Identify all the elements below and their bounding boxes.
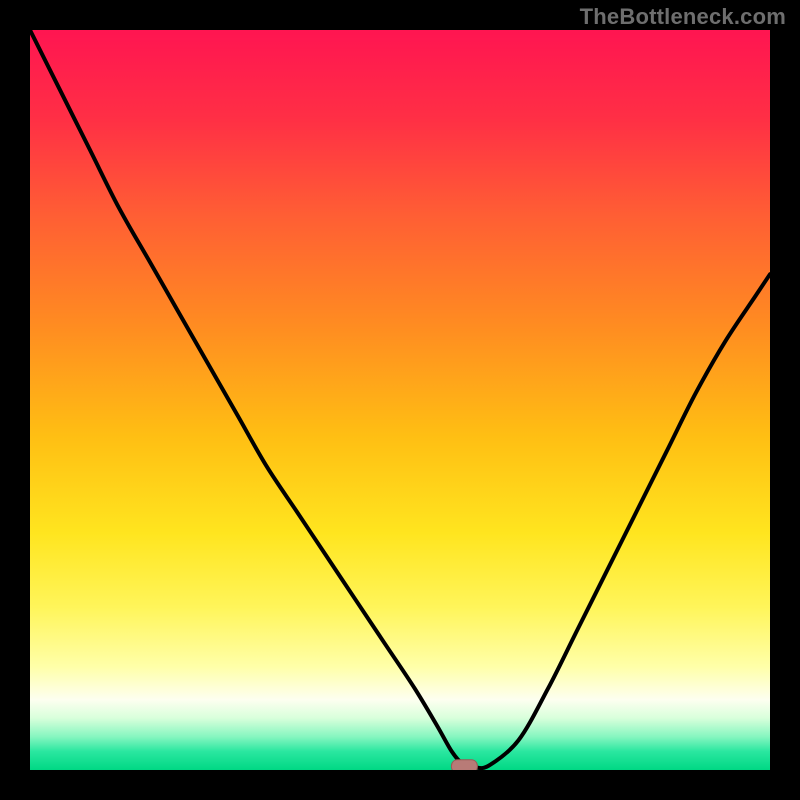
gradient-background [30,30,770,770]
watermark-text: TheBottleneck.com [580,4,786,30]
bottleneck-plot-svg [0,0,800,800]
plot-area [30,30,770,773]
chart-stage: TheBottleneck.com [0,0,800,800]
